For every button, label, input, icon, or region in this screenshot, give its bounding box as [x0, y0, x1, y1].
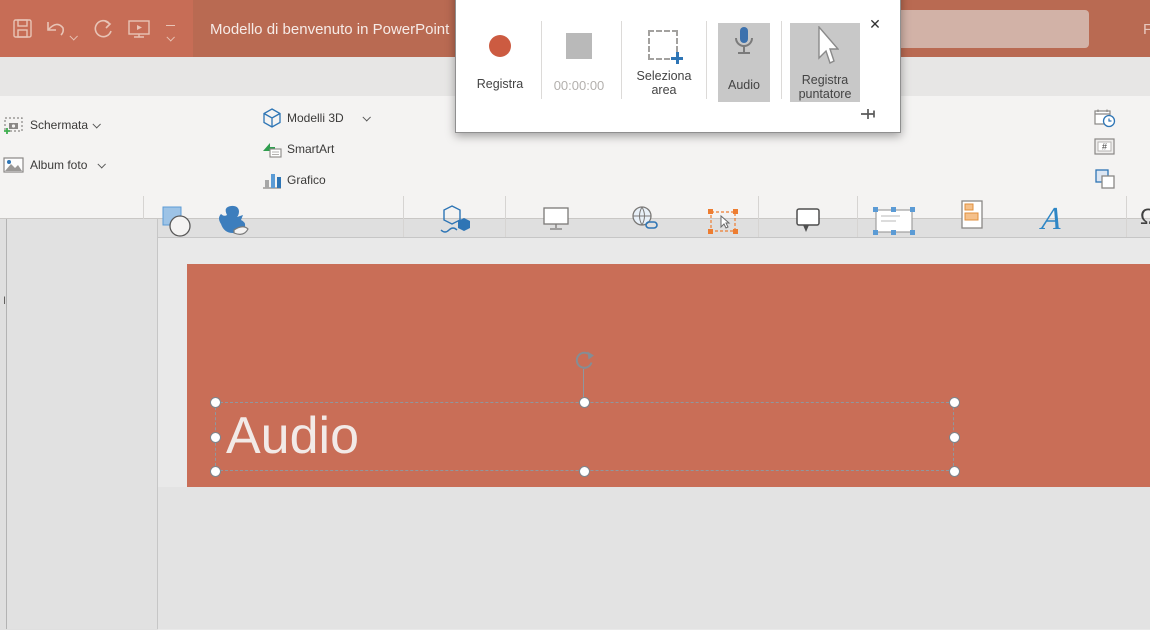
start-slideshow-icon[interactable] [128, 19, 150, 39]
shapes-icon [162, 206, 192, 238]
undo-dropdown-icon[interactable] [70, 27, 76, 45]
rotation-handle-icon[interactable] [572, 349, 596, 371]
seleziona-area-label-line1: Seleziona [629, 69, 699, 83]
seleziona-area-label-line2: area [629, 83, 699, 97]
photo-album-icon [3, 155, 25, 175]
pin-icon[interactable] [860, 107, 880, 121]
hyperlink-icon [631, 204, 659, 232]
slide-lower-area [158, 487, 1150, 629]
dialog-separator [781, 21, 782, 99]
smartart-icon [262, 139, 282, 159]
plus-icon [671, 52, 683, 64]
undo-icon[interactable] [44, 19, 66, 39]
chevron-down-icon [362, 113, 370, 121]
slide-number-icon[interactable]: # [1094, 138, 1116, 156]
microphone-icon [732, 26, 756, 62]
screenshot-icon [3, 115, 25, 135]
grafico-button[interactable]: Grafico [262, 168, 326, 192]
customize-qat-icon[interactable] [166, 25, 175, 46]
schermata-label: Schermata [30, 118, 88, 132]
resize-handle-bottom-left[interactable] [210, 466, 221, 477]
smartart-label: SmartArt [287, 142, 334, 156]
chevron-down-icon [98, 160, 106, 168]
icons-duck-icon [214, 204, 250, 238]
resize-handle-middle-right[interactable] [949, 432, 960, 443]
date-time-icon[interactable] [1094, 108, 1116, 128]
header-footer-icon [960, 200, 984, 230]
puntatore-label-line2: puntatore [790, 87, 860, 101]
screen-recording-dialog: Registra 00:00:00 Seleziona area Audio R… [455, 0, 901, 133]
audio-label: Audio [718, 78, 770, 92]
smartart-button[interactable]: SmartArt [262, 137, 334, 161]
thumbnail-pane[interactable] [7, 219, 157, 629]
resize-handle-top-right[interactable] [949, 397, 960, 408]
pointer-icon [813, 26, 839, 68]
timer-value: 00:00:00 [539, 78, 619, 93]
comment-icon [795, 206, 821, 236]
registra-label: Registra [460, 77, 540, 91]
grafico-label: Grafico [287, 173, 326, 187]
audio-toggle-button[interactable]: Audio [718, 23, 770, 102]
chevron-down-icon [92, 120, 100, 128]
resize-handle-top-middle[interactable] [579, 397, 590, 408]
window-title: Modello di benvenuto in PowerPoint [210, 21, 449, 38]
resize-handle-top-left[interactable] [210, 397, 221, 408]
wordart-icon [1040, 200, 1063, 237]
album-foto-label: Album foto [30, 158, 87, 172]
3d-model-icon [262, 108, 282, 128]
modelli-3d-button[interactable]: Modelli 3D [262, 106, 369, 130]
symbol-omega-icon [1140, 204, 1150, 230]
close-icon[interactable] [865, 14, 885, 34]
object-icon[interactable] [1094, 168, 1116, 190]
preview-icon [542, 206, 570, 232]
dialog-separator [706, 21, 707, 99]
redo-icon[interactable] [92, 19, 114, 39]
album-foto-button[interactable]: Album foto [3, 153, 104, 177]
dialog-separator [621, 21, 622, 99]
add-ins-icon [439, 198, 475, 238]
action-icon [708, 208, 738, 236]
resize-handle-bottom-right[interactable] [949, 466, 960, 477]
resize-handle-bottom-middle[interactable] [579, 466, 590, 477]
puntatore-label-line1: Registra [790, 73, 860, 87]
text-box-icon [872, 204, 916, 238]
titlebar-partial-text: F [1143, 21, 1150, 38]
registra-puntatore-toggle-button[interactable]: Registra puntatore [790, 23, 860, 102]
save-icon[interactable] [12, 19, 34, 39]
modelli-3d-label: Modelli 3D [287, 111, 344, 125]
stop-icon [566, 33, 592, 59]
record-icon [489, 35, 511, 57]
resize-handle-middle-left[interactable] [210, 432, 221, 443]
slide-title-text[interactable]: Audio [226, 404, 359, 469]
svg-text:#: # [1102, 142, 1107, 152]
chart-icon [262, 170, 282, 190]
schermata-button[interactable]: Schermata [3, 113, 99, 137]
